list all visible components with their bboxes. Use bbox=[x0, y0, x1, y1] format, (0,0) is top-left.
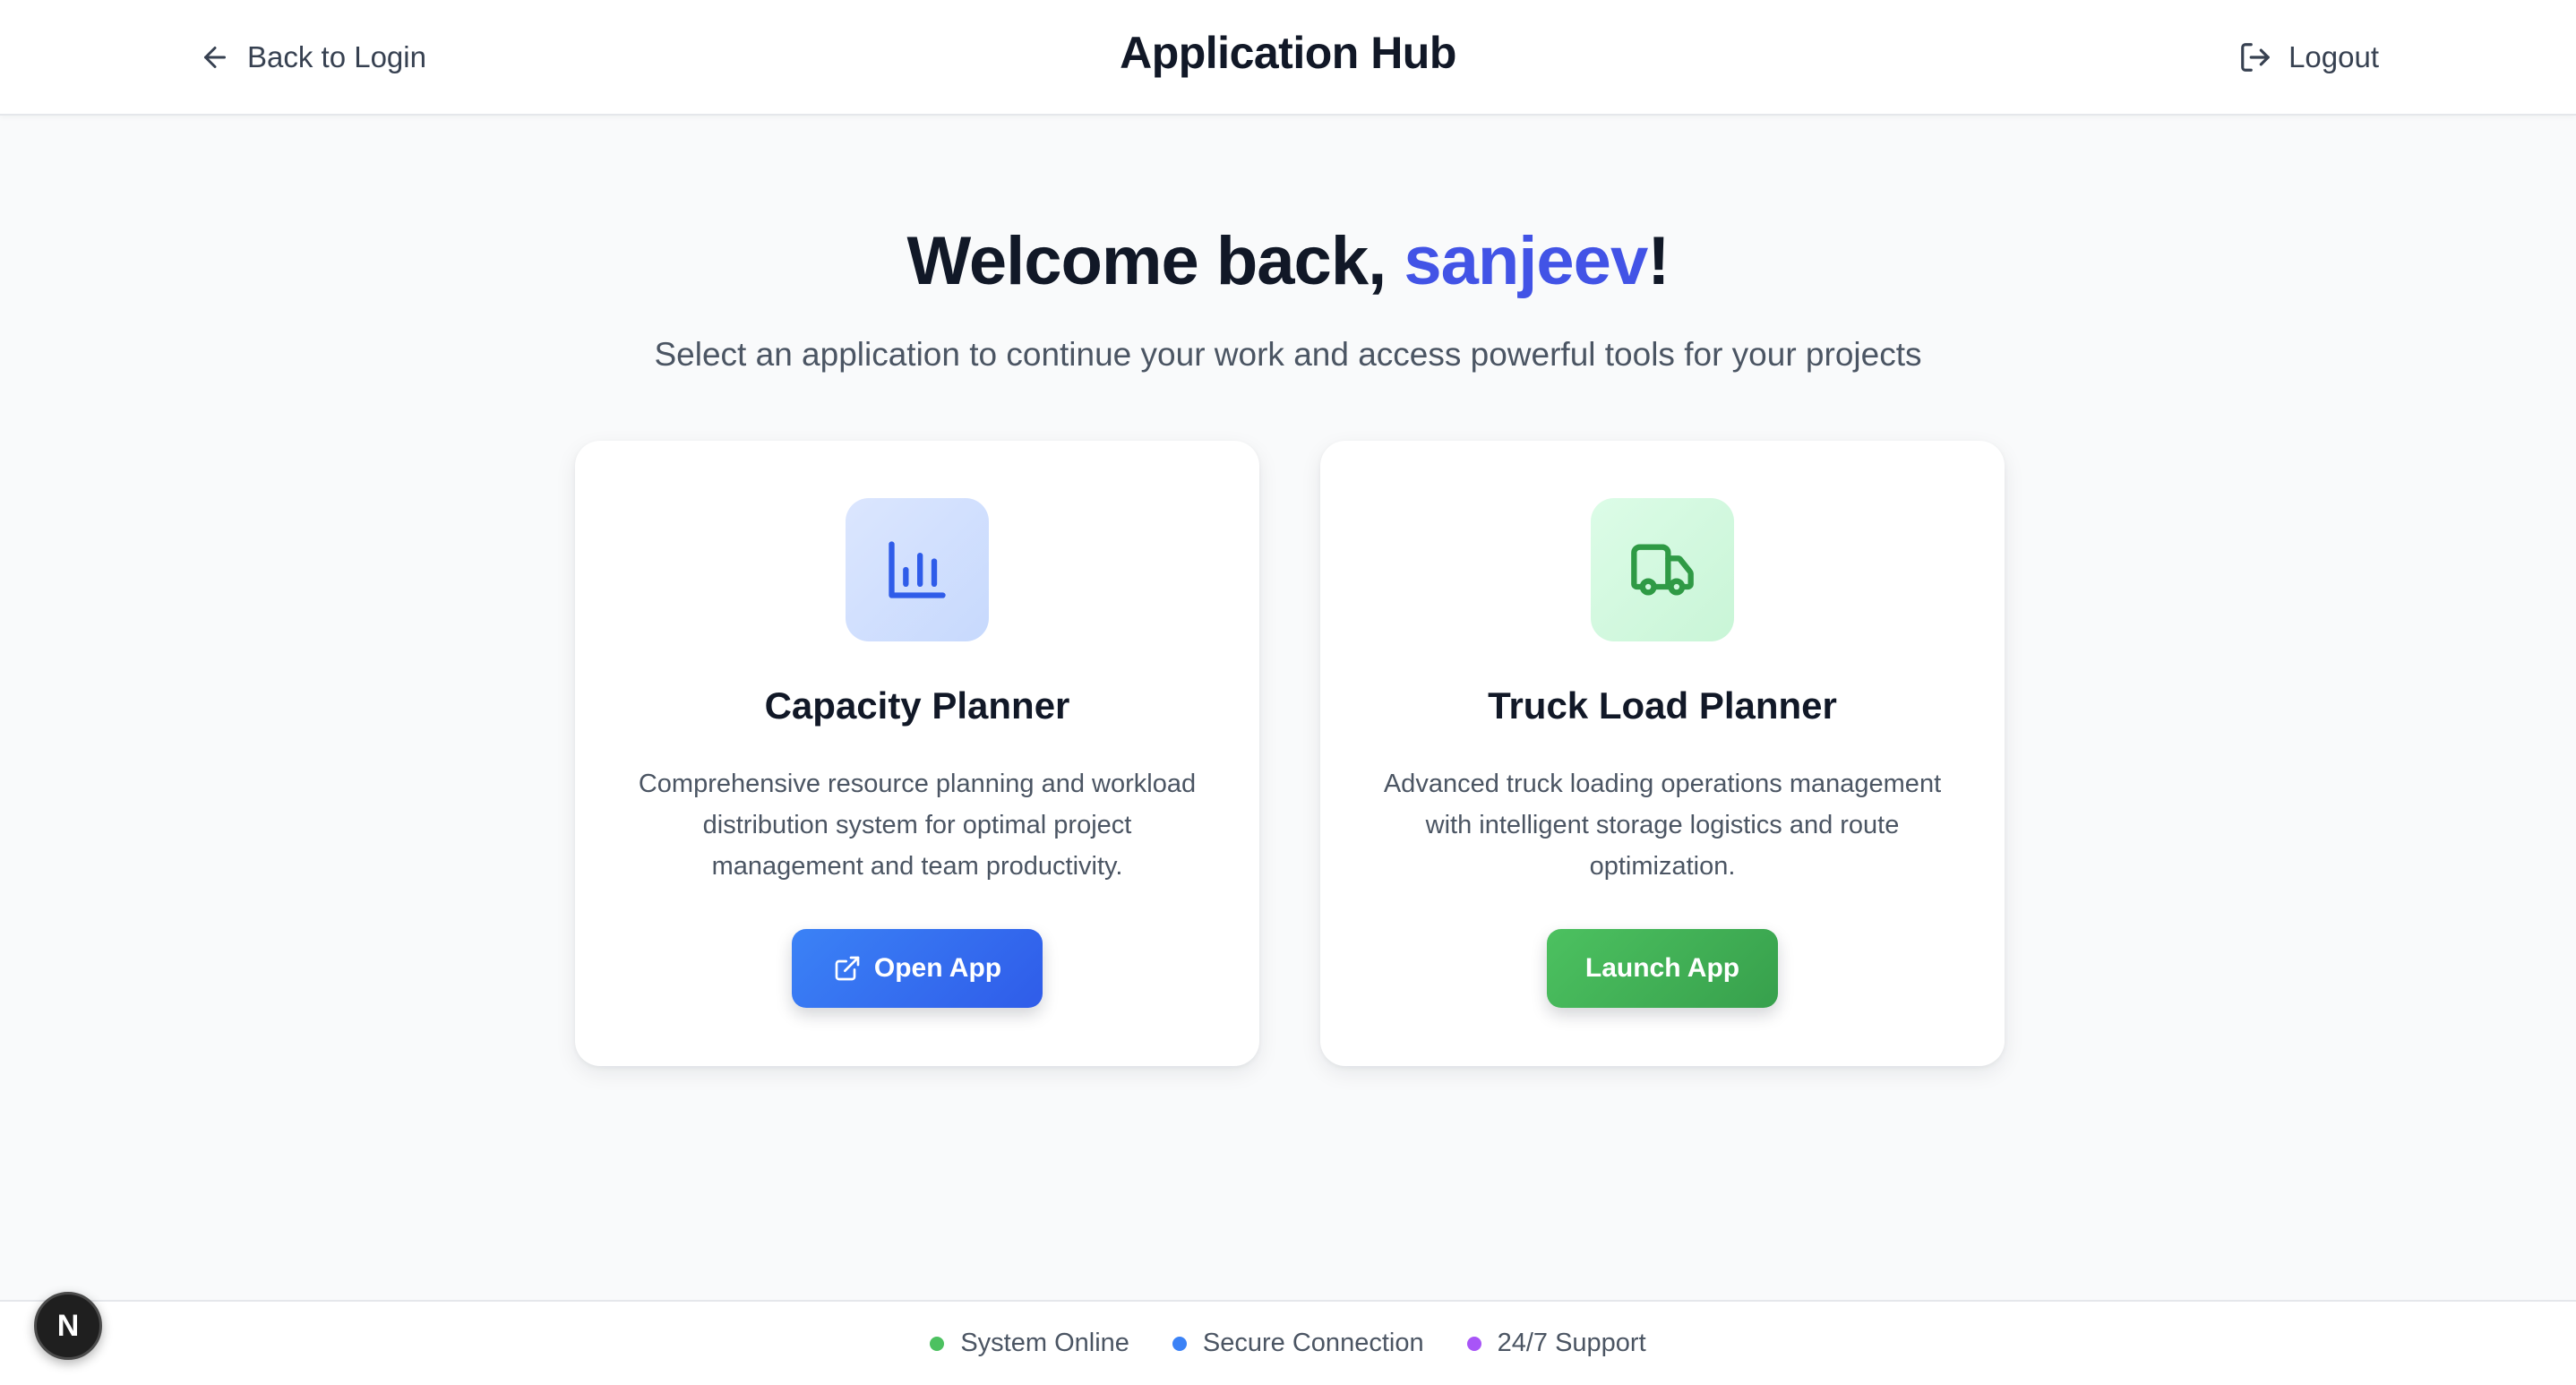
launch-app-label: Launch App bbox=[1584, 953, 1740, 983]
status-dot-icon bbox=[1172, 1336, 1187, 1351]
username: sanjeev bbox=[1404, 223, 1648, 299]
application-hub-page: Back to Login Application Hub Logout Wel… bbox=[0, 0, 2576, 1385]
external-link-icon bbox=[835, 956, 860, 981]
truck-icon bbox=[1631, 544, 1694, 596]
welcome-subtitle: Select an application to continue your w… bbox=[654, 336, 1922, 373]
status-label: 24/7 Support bbox=[1497, 1329, 1646, 1357]
app-title: Truck Load Planner bbox=[1488, 684, 1837, 727]
page-title: Application Hub bbox=[1120, 28, 1456, 78]
welcome-suffix: ! bbox=[1647, 223, 1670, 299]
truck-load-planner-icon-tile bbox=[1591, 498, 1734, 641]
app-description: Comprehensive resource planning and work… bbox=[638, 770, 1197, 881]
bar-chart-icon bbox=[889, 541, 946, 598]
status-item-system-online: System Online bbox=[930, 1329, 1129, 1358]
status-item-support: 24/7 Support bbox=[1466, 1329, 1646, 1358]
logout-label: Logout bbox=[2288, 40, 2379, 73]
top-header: Back to Login Application Hub Logout bbox=[0, 0, 2576, 116]
status-dot-icon bbox=[1466, 1336, 1481, 1351]
launch-app-button[interactable]: Launch App bbox=[1547, 929, 1778, 1008]
open-app-label: Open App bbox=[873, 953, 1002, 983]
app-card-truck-load-planner: Truck Load Planner Advanced truck loadin… bbox=[1320, 441, 2005, 1066]
welcome-heading: Welcome back, sanjeev! bbox=[0, 222, 2576, 300]
app-card-capacity-planner: Capacity Planner Comprehensive resource … bbox=[575, 441, 1259, 1066]
status-footer: System Online Secure Connection 24/7 Sup… bbox=[0, 1300, 2576, 1385]
dev-tools-badge[interactable]: N bbox=[34, 1292, 102, 1360]
welcome-prefix: Welcome back, bbox=[906, 223, 1404, 299]
status-dot-icon bbox=[930, 1336, 945, 1351]
capacity-planner-icon-tile bbox=[846, 498, 989, 641]
app-title: Capacity Planner bbox=[764, 684, 1070, 727]
status-label: System Online bbox=[960, 1329, 1129, 1357]
status-label: Secure Connection bbox=[1202, 1329, 1424, 1357]
status-item-secure-connection: Secure Connection bbox=[1172, 1329, 1424, 1358]
logout-button[interactable]: Logout bbox=[2238, 36, 2379, 79]
logout-icon bbox=[2241, 43, 2270, 72]
open-app-button[interactable]: Open App bbox=[792, 929, 1043, 1008]
app-description: Advanced truck loading operations manage… bbox=[1383, 770, 1942, 881]
